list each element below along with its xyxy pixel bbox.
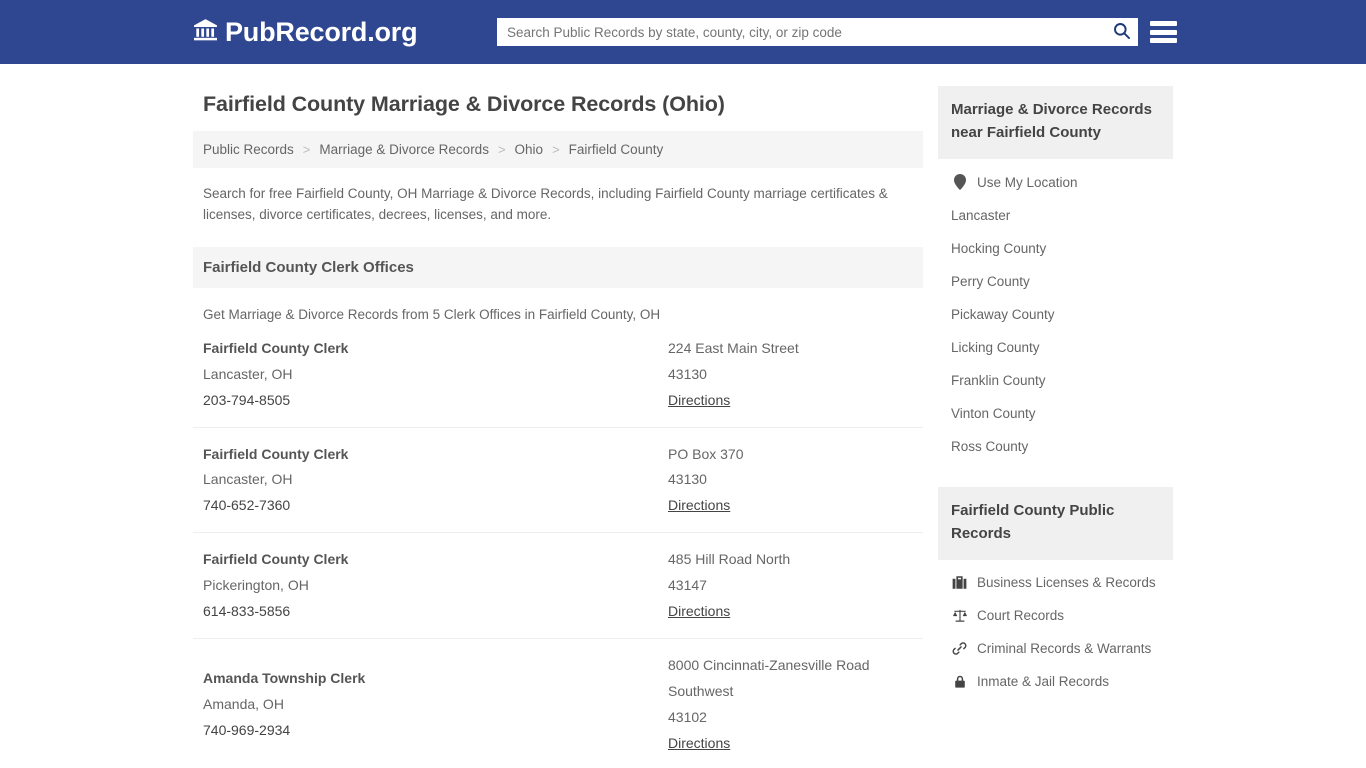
hamburger-menu-icon <box>1150 21 1177 26</box>
site-logo[interactable]: PubRecord.org <box>193 16 418 48</box>
directions-link[interactable]: Directions <box>668 388 730 414</box>
table-row: Fairfield County Clerk Pickerington, OH … <box>193 533 923 639</box>
table-row: Amanda Township Clerk Amanda, OH 740-969… <box>193 639 923 768</box>
directions-link[interactable]: Directions <box>668 599 730 625</box>
search-button[interactable] <box>1104 18 1138 46</box>
sidebar-item-perry-county[interactable]: Perry County <box>938 265 1173 298</box>
main-content: Fairfield County Marriage & Divorce Reco… <box>193 64 923 768</box>
office-phone[interactable]: 203-794-8505 <box>203 392 290 408</box>
sidebar-item-lancaster[interactable]: Lancaster <box>938 199 1173 232</box>
office-phone[interactable]: 740-969-2934 <box>203 722 290 738</box>
table-row: Fairfield County Clerk Lancaster, OH 203… <box>193 322 923 428</box>
sidebar-public-records-block: Fairfield County Public Records Business… <box>938 487 1173 698</box>
listing-left-column: Fairfield County Clerk Pickerington, OH … <box>203 547 668 625</box>
office-zip: 43147 <box>668 577 707 594</box>
building-icon <box>951 575 968 590</box>
bank-institution-icon <box>193 17 218 47</box>
sidebar-item-label: Perry County <box>951 274 1030 289</box>
page-description: Search for free Fairfield County, OH Mar… <box>203 186 888 222</box>
office-city: Lancaster, OH <box>203 365 293 382</box>
office-address: 224 East Main Street <box>668 339 799 356</box>
sidebar-item-inmate-jail-records[interactable]: Inmate & Jail Records <box>938 665 1173 698</box>
listing-right-column: 485 Hill Road North 43147 Directions <box>668 547 913 625</box>
office-zip: 43130 <box>668 365 707 382</box>
breadcrumb-item-fairfield-county: Fairfield County <box>568 142 664 157</box>
sidebar-item-label: Ross County <box>951 439 1029 454</box>
sidebar-item-franklin-county[interactable]: Franklin County <box>938 364 1173 397</box>
listing-right-column: PO Box 370 43130 Directions <box>668 442 913 520</box>
office-name: Fairfield County Clerk <box>203 339 349 356</box>
site-logo-text: PubRecord.org <box>225 16 418 47</box>
office-zip: 43130 <box>668 471 707 488</box>
directions-link[interactable]: Directions <box>668 731 730 757</box>
sidebar-item-criminal-records[interactable]: Criminal Records & Warrants <box>938 632 1173 665</box>
sidebar-item-licking-county[interactable]: Licking County <box>938 331 1173 364</box>
site-header: PubRecord.org <box>0 0 1366 64</box>
breadcrumb-separator-icon: > <box>302 142 311 157</box>
chain-link-icon <box>951 641 968 656</box>
sidebar-item-court-records[interactable]: Court Records <box>938 599 1173 632</box>
breadcrumb-separator-icon: > <box>497 142 506 157</box>
listing-left-column: Fairfield County Clerk Lancaster, OH 740… <box>203 442 668 520</box>
directions-link[interactable]: Directions <box>668 493 730 519</box>
office-phone[interactable]: 740-652-7360 <box>203 497 290 513</box>
listing-left-column: Fairfield County Clerk Lancaster, OH 203… <box>203 336 668 414</box>
listing-left-column: Amanda Township Clerk Amanda, OH 740-969… <box>203 666 668 744</box>
sidebar-item-pickaway-county[interactable]: Pickaway County <box>938 298 1173 331</box>
hamburger-menu-icon <box>1150 29 1177 35</box>
office-zip: 43102 <box>668 708 707 725</box>
section-header-clerk-offices: Fairfield County Clerk Offices <box>193 246 923 288</box>
breadcrumb-separator-icon: > <box>552 142 560 157</box>
office-city: Pickerington, OH <box>203 577 309 594</box>
sidebar-item-label: Business Licenses & Records <box>977 575 1156 590</box>
sidebar-item-label: Use My Location <box>977 174 1078 190</box>
sidebar-public-records-list: Business Licenses & Records Court Record… <box>938 560 1173 698</box>
sidebar-item-business-licenses[interactable]: Business Licenses & Records <box>938 566 1173 599</box>
breadcrumb: Public Records > Marriage & Divorce Reco… <box>193 131 923 168</box>
office-city: Lancaster, OH <box>203 471 293 488</box>
lock-icon <box>951 674 968 689</box>
office-name: Amanda Township Clerk <box>203 669 366 686</box>
sidebar-nearby-list: Use My Location Lancaster Hocking County… <box>938 159 1173 463</box>
search-icon <box>1112 21 1131 43</box>
sidebar-item-label: Inmate & Jail Records <box>977 674 1110 689</box>
sidebar-item-label: Lancaster <box>951 208 1011 223</box>
office-phone[interactable]: 614-833-5856 <box>203 603 290 619</box>
sidebar-item-label: Criminal Records & Warrants <box>977 641 1152 656</box>
search-input[interactable] <box>497 18 1104 46</box>
sidebar-header-nearby: Marriage & Divorce Records near Fairfiel… <box>938 86 1173 159</box>
page-body: Fairfield County Marriage & Divorce Reco… <box>0 64 1366 768</box>
office-address: PO Box 370 <box>668 445 744 462</box>
office-address: 485 Hill Road North <box>668 551 791 568</box>
office-name: Fairfield County Clerk <box>203 551 349 568</box>
sidebar-item-hocking-county[interactable]: Hocking County <box>938 232 1173 265</box>
section-subtitle: Get Marriage & Divorce Records from 5 Cl… <box>203 306 661 322</box>
sidebar-item-label: Pickaway County <box>951 307 1055 322</box>
sidebar-item-label: Hocking County <box>951 241 1047 256</box>
scales-of-justice-icon <box>951 608 968 623</box>
sidebar-item-label: Vinton County <box>951 406 1036 421</box>
office-city: Amanda, OH <box>203 695 284 712</box>
location-pin-icon <box>951 174 968 190</box>
sidebar-header-public-records: Fairfield County Public Records <box>938 487 1173 560</box>
sidebar-item-label: Franklin County <box>951 373 1046 388</box>
sidebar-item-ross-county[interactable]: Ross County <box>938 430 1173 463</box>
office-address: 8000 Cincinnati-Zanesville Road Southwes… <box>668 656 870 699</box>
breadcrumb-item-marriage-divorce-records[interactable]: Marriage & Divorce Records <box>319 142 489 157</box>
table-row: Fairfield County Clerk Lancaster, OH 740… <box>193 428 923 534</box>
sidebar-item-label: Licking County <box>951 340 1040 355</box>
hamburger-menu-icon <box>1150 38 1177 43</box>
listing-right-column: 8000 Cincinnati-Zanesville Road Southwes… <box>668 653 913 757</box>
sidebar: Marriage & Divorce Records near Fairfiel… <box>938 64 1173 768</box>
sidebar-item-use-my-location[interactable]: Use My Location <box>938 165 1173 199</box>
sidebar-item-vinton-county[interactable]: Vinton County <box>938 397 1173 430</box>
search-bar <box>497 18 1138 46</box>
breadcrumb-item-ohio[interactable]: Ohio <box>515 142 544 157</box>
breadcrumb-item-public-records[interactable]: Public Records <box>203 142 294 157</box>
listing-right-column: 224 East Main Street 43130 Directions <box>668 336 913 414</box>
office-name: Fairfield County Clerk <box>203 445 349 462</box>
hamburger-menu-button[interactable] <box>1150 19 1177 45</box>
page-title: Fairfield County Marriage & Divorce Reco… <box>203 92 725 116</box>
sidebar-item-label: Court Records <box>977 608 1065 623</box>
